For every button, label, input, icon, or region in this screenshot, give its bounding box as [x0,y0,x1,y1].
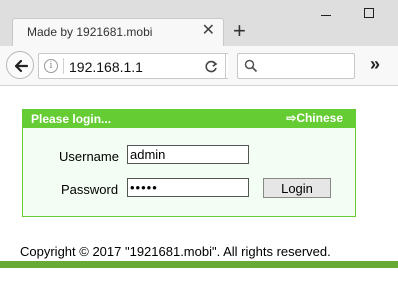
back-arrow-icon [14,59,29,73]
search-bar[interactable] [237,53,355,79]
copyright-text: Copyright © 2017 "1921681.mobi". All rig… [20,244,331,259]
browser-tab[interactable]: Made by 1921681.mobi ✕ [12,18,224,46]
password-field[interactable] [127,178,249,197]
username-label: Username [59,149,119,164]
divider [63,58,64,74]
maximize-icon[interactable] [364,8,374,18]
language-link-label: Chinese [296,111,343,125]
info-icon[interactable]: i [44,59,58,73]
reload-button[interactable] [196,53,226,79]
back-button[interactable] [6,51,34,79]
password-label: Password [61,182,119,197]
title-bar: Made by 1921681.mobi ✕ + [0,0,398,46]
login-button[interactable]: Login [263,178,331,198]
login-panel: Please login... ⇨Chinese Username Passwo… [22,109,356,217]
footer-bar [0,261,398,268]
panel-title: Please login... [31,112,112,126]
overflow-chevron-icon[interactable]: » [370,54,380,74]
page-content: Please login... ⇨Chinese Username Passwo… [0,87,398,281]
new-tab-icon[interactable]: + [233,19,246,43]
url-text[interactable]: 192.168.1.1 [69,59,143,75]
minimize-icon[interactable] [321,15,331,16]
close-icon[interactable]: ✕ [202,22,215,40]
navigation-bar: i 192.168.1.1 » [0,46,398,86]
search-icon [244,59,258,73]
language-link[interactable]: ⇨Chinese [286,111,343,125]
footer-spacer [0,268,398,281]
search-input[interactable] [262,58,350,74]
tab-title: Made by 1921681.mobi [27,25,153,39]
username-field[interactable] [127,145,249,164]
panel-header: Please login... ⇨Chinese [23,110,355,128]
arrow-right-icon: ⇨ [286,111,297,125]
reload-icon [205,60,218,73]
